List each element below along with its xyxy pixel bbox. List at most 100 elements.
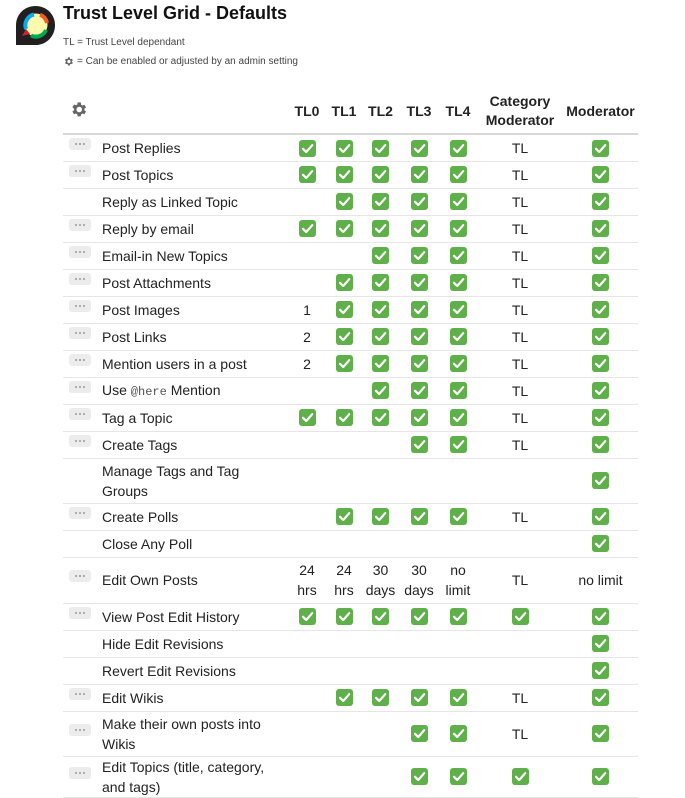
cell-tl4 bbox=[439, 458, 477, 504]
feature-name: Edit Own Posts bbox=[101, 557, 288, 604]
table-row: Use @here Mention TL bbox=[63, 377, 638, 405]
admin-setting-icon[interactable] bbox=[69, 766, 91, 779]
admin-setting-icon[interactable] bbox=[69, 723, 91, 736]
cell-category-moderator bbox=[477, 603, 563, 631]
cell-category-moderator: TL bbox=[477, 134, 563, 162]
admin-setting-icon[interactable] bbox=[69, 606, 91, 619]
admin-setting-icon[interactable] bbox=[69, 272, 91, 285]
cell-tl4 bbox=[439, 269, 477, 297]
table-row: Post Replies TL bbox=[63, 134, 638, 162]
header-feature bbox=[101, 89, 288, 135]
admin-setting-icon[interactable] bbox=[69, 137, 91, 150]
cell-moderator: no limit bbox=[563, 557, 638, 604]
cell-tl3 bbox=[399, 756, 439, 798]
feature-name: View Post Edit History bbox=[101, 603, 288, 631]
cell-category-moderator: TL bbox=[477, 161, 563, 189]
admin-setting-icon[interactable] bbox=[69, 299, 91, 312]
header-tl4: TL4 bbox=[439, 89, 477, 135]
cell-tl0 bbox=[288, 657, 326, 685]
admin-setting-icon[interactable] bbox=[69, 164, 91, 177]
check-mark-icon bbox=[372, 328, 389, 346]
admin-setting-icon[interactable] bbox=[69, 326, 91, 339]
check-mark-icon bbox=[410, 274, 428, 292]
feature-name: Use @here Mention bbox=[101, 377, 288, 405]
admin-setting-cell bbox=[63, 503, 101, 531]
admin-setting-icon[interactable] bbox=[69, 570, 91, 582]
check-mark-icon bbox=[592, 768, 609, 786]
cell-tl3 bbox=[399, 458, 439, 504]
cell-tl4 bbox=[439, 134, 477, 162]
admin-setting-icon[interactable] bbox=[69, 434, 91, 447]
header-tl0: TL0 bbox=[288, 89, 326, 135]
check-mark-icon bbox=[372, 355, 389, 373]
feature-name: Create Tags bbox=[101, 431, 288, 459]
cell-tl2 bbox=[362, 161, 399, 189]
cell-tl1 bbox=[326, 530, 362, 558]
cell-category-moderator bbox=[477, 458, 563, 504]
check-mark-icon bbox=[410, 508, 428, 526]
feature-name: Post Replies bbox=[101, 134, 288, 162]
check-mark-icon bbox=[449, 220, 467, 238]
check-mark-icon bbox=[410, 220, 428, 238]
cell-tl4 bbox=[439, 684, 477, 712]
page-title: Trust Level Grid - Defaults bbox=[63, 3, 288, 23]
cell-tl2 bbox=[362, 603, 399, 631]
feature-name: Post Attachments bbox=[101, 269, 288, 297]
cell-tl2 bbox=[362, 269, 399, 297]
header-moderator: Moderator bbox=[563, 89, 638, 135]
admin-setting-icon[interactable] bbox=[69, 218, 91, 231]
cell-value: 2 bbox=[303, 328, 311, 345]
feature-name: Edit Wikis bbox=[101, 684, 288, 712]
cell-tl0 bbox=[288, 269, 326, 297]
table-row: Post Links 2 TL bbox=[63, 323, 638, 351]
cell-category-moderator: TL bbox=[477, 684, 563, 712]
cell-moderator bbox=[563, 377, 638, 405]
cell-value: TL bbox=[511, 166, 529, 183]
cell-tl0 bbox=[288, 431, 326, 459]
cell-value: TL bbox=[511, 725, 529, 742]
cell-tl0 bbox=[288, 188, 326, 216]
cell-tl0 bbox=[288, 242, 326, 270]
admin-setting-icon[interactable] bbox=[69, 687, 91, 700]
cell-tl3 bbox=[399, 269, 439, 297]
check-mark-icon bbox=[410, 301, 428, 319]
feature-text: Mention bbox=[166, 381, 221, 398]
admin-setting-cell bbox=[63, 657, 101, 685]
cell-value: TL bbox=[511, 409, 529, 426]
admin-setting-icon[interactable] bbox=[69, 407, 91, 420]
admin-setting-cell bbox=[63, 603, 101, 631]
cell-tl4 bbox=[439, 404, 477, 432]
check-mark-icon bbox=[335, 220, 353, 238]
cell-tl4 bbox=[439, 215, 477, 243]
cell-moderator bbox=[563, 269, 638, 297]
cell-tl4 bbox=[439, 630, 477, 658]
admin-setting-cell bbox=[63, 684, 101, 712]
check-mark-icon bbox=[335, 328, 353, 346]
cell-category-moderator: TL bbox=[477, 711, 563, 757]
check-mark-icon bbox=[592, 220, 609, 238]
feature-code: @here bbox=[130, 384, 167, 399]
admin-setting-cell bbox=[63, 350, 101, 378]
check-mark-icon bbox=[449, 193, 467, 211]
check-mark-icon bbox=[592, 535, 609, 553]
cell-tl1 bbox=[326, 603, 362, 631]
cell-tl3 bbox=[399, 188, 439, 216]
cell-value: no limit bbox=[445, 562, 471, 598]
cell-value: TL bbox=[511, 220, 529, 237]
check-mark-icon bbox=[449, 166, 467, 184]
check-mark-icon bbox=[592, 193, 609, 211]
discourse-logo bbox=[16, 6, 55, 45]
table-row: Edit Wikis TL bbox=[63, 684, 638, 712]
cell-tl3 bbox=[399, 657, 439, 685]
admin-setting-icon[interactable] bbox=[69, 245, 91, 258]
check-mark-icon bbox=[410, 608, 428, 626]
admin-setting-cell bbox=[63, 323, 101, 351]
cell-category-moderator bbox=[477, 756, 563, 798]
admin-setting-icon[interactable] bbox=[69, 380, 91, 393]
feature-name: Hide Edit Revisions bbox=[101, 630, 288, 658]
cell-value: 2 bbox=[303, 355, 311, 372]
admin-setting-icon[interactable] bbox=[69, 506, 91, 519]
table-header-row: TL0 TL1 TL2 TL3 TL4 Category Moderator M… bbox=[63, 89, 638, 135]
cell-tl3 bbox=[399, 431, 439, 459]
admin-setting-icon[interactable] bbox=[69, 353, 91, 366]
